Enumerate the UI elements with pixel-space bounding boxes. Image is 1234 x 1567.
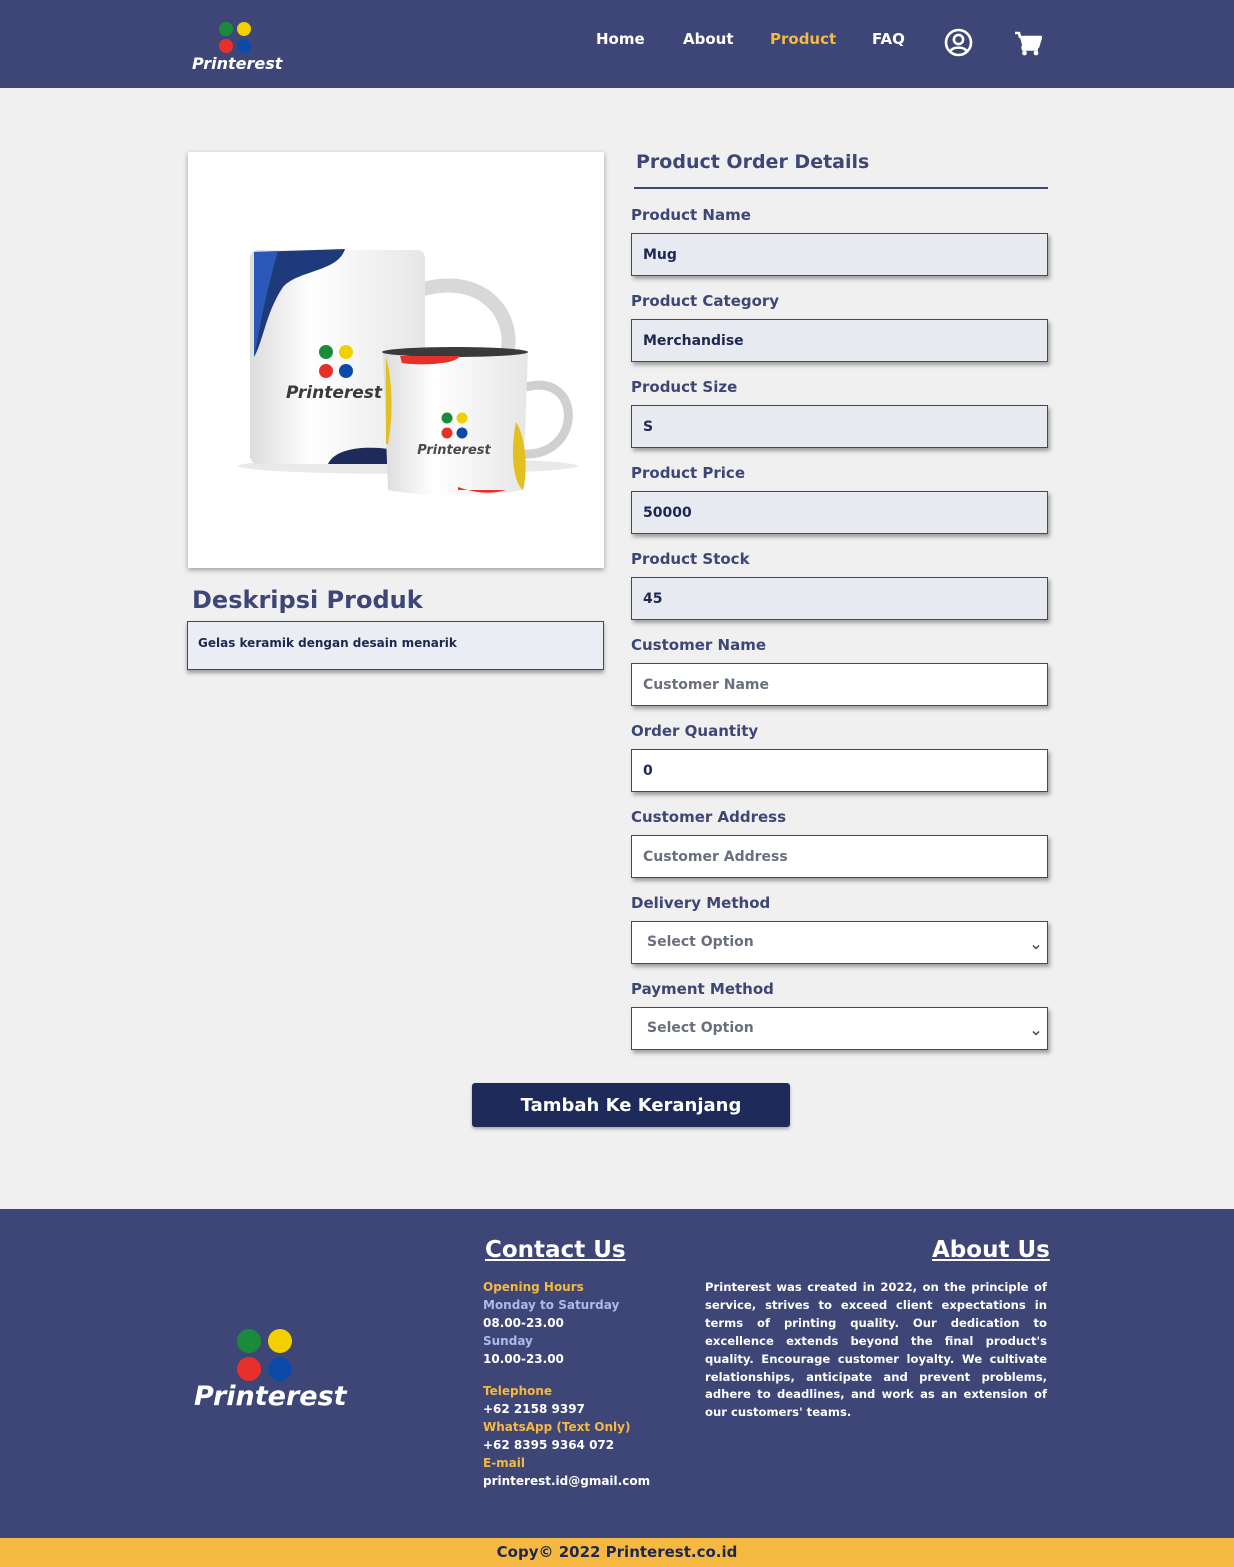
payment-method-selected: Select Option xyxy=(647,1020,754,1036)
delivery-method-select[interactable]: Select Option xyxy=(631,921,1048,964)
email-label: E-mail xyxy=(483,1456,526,1470)
about-heading: About Us xyxy=(932,1237,1050,1263)
footer-logo-wordmark: Printerest xyxy=(194,1381,347,1412)
brand-logo[interactable]: Printerest xyxy=(190,20,283,76)
product-category-label: Product Category xyxy=(631,292,780,310)
opening-hours-label: Opening Hours xyxy=(483,1280,584,1294)
sunday-label: Sunday xyxy=(483,1334,533,1348)
weekday-label: Monday to Saturday xyxy=(483,1298,620,1312)
user-circle-icon[interactable] xyxy=(944,28,973,61)
product-name-field[interactable] xyxy=(631,233,1048,276)
payment-method-label: Payment Method xyxy=(631,980,774,998)
mug-brand-text-small: Printerest xyxy=(417,443,491,458)
product-category-field[interactable] xyxy=(631,319,1048,362)
mug-illustration: Printerest Printerest xyxy=(238,249,578,496)
chevron-down-icon xyxy=(1031,1023,1041,1042)
order-quantity-label: Order Quantity xyxy=(631,722,759,740)
customer-name-label: Customer Name xyxy=(631,636,766,654)
form-divider xyxy=(634,187,1048,189)
logo-dot-blue xyxy=(237,39,251,53)
logo-wordmark: Printerest xyxy=(192,54,283,73)
customer-address-field[interactable] xyxy=(631,835,1048,878)
contact-heading: Contact Us xyxy=(485,1237,626,1263)
delivery-method-label: Delivery Method xyxy=(631,894,771,912)
product-price-field[interactable] xyxy=(631,491,1048,534)
product-name-label: Product Name xyxy=(631,206,751,224)
product-stock-field[interactable] xyxy=(631,577,1048,620)
payment-method-select[interactable]: Select Option xyxy=(631,1007,1048,1050)
logo-dot-blue xyxy=(268,1357,292,1381)
customer-address-label: Customer Address xyxy=(631,808,787,826)
about-text: Printerest was created in 2022, on the p… xyxy=(705,1280,1047,1420)
telephone-value: +62 2158 9397 xyxy=(483,1402,585,1416)
shopping-cart-icon[interactable] xyxy=(1014,30,1043,60)
sunday-hours: 10.00-23.00 xyxy=(483,1352,564,1366)
nav-faq[interactable]: FAQ xyxy=(872,30,905,48)
whatsapp-value: +62 8395 9364 072 xyxy=(483,1438,615,1452)
add-to-cart-button[interactable]: Tambah Ke Keranjang xyxy=(472,1083,790,1127)
product-price-label: Product Price xyxy=(631,464,745,482)
weekday-hours: 08.00-23.00 xyxy=(483,1316,564,1330)
nav-product[interactable]: Product xyxy=(770,30,836,48)
chevron-down-icon xyxy=(1031,937,1041,956)
product-image: Printerest Printerest xyxy=(188,152,604,568)
delivery-method-selected: Select Option xyxy=(647,934,754,950)
logo-dot-green xyxy=(219,22,233,36)
product-stock-label: Product Stock xyxy=(631,550,750,568)
logo-dot-yellow xyxy=(237,22,251,36)
description-box: Gelas keramik dengan desain menarik xyxy=(187,621,604,670)
copyright-bar: Copy© 2022 Printerest.co.id xyxy=(0,1538,1234,1567)
nav-about[interactable]: About xyxy=(683,30,734,48)
customer-name-field[interactable] xyxy=(631,663,1048,706)
logo-dot-green xyxy=(237,1329,261,1353)
copyright-text: Copy© 2022 Printerest.co.id xyxy=(496,1543,738,1561)
footer-logo: Printerest xyxy=(194,1327,347,1419)
mug-brand-text: Printerest xyxy=(286,383,383,403)
top-navbar: Printerest Home About Product FAQ xyxy=(0,0,1234,88)
form-title: Product Order Details xyxy=(636,151,870,173)
nav-home[interactable]: Home xyxy=(596,30,645,48)
email-link[interactable]: printerest.id@gmail.com xyxy=(483,1474,650,1488)
logo-dot-red xyxy=(219,39,233,53)
logo-dot-red xyxy=(237,1357,261,1381)
description-title: Deskripsi Produk xyxy=(192,586,423,614)
product-size-field[interactable] xyxy=(631,405,1048,448)
product-size-label: Product Size xyxy=(631,378,738,396)
whatsapp-label: WhatsApp (Text Only) xyxy=(483,1420,631,1434)
logo-dot-yellow xyxy=(268,1329,292,1353)
order-quantity-field[interactable] xyxy=(631,749,1048,792)
telephone-label: Telephone xyxy=(483,1384,553,1398)
